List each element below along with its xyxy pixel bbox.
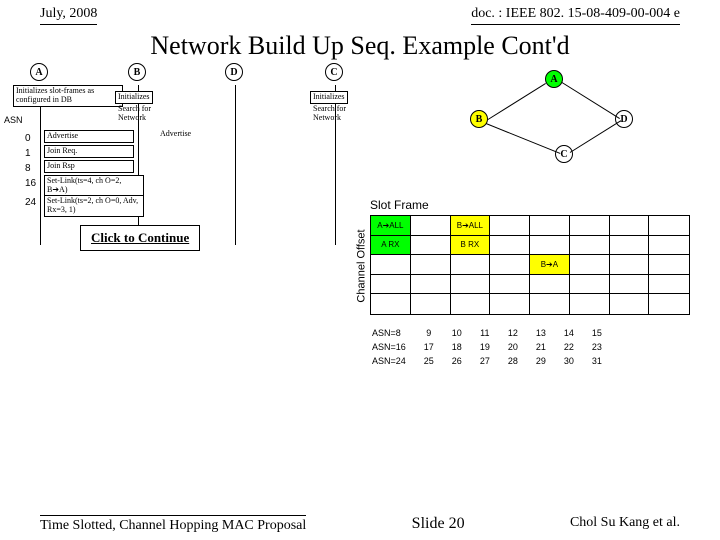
slotframe-title: Slot Frame: [370, 198, 429, 212]
header-doc: doc. : IEEE 802. 15-08-409-00-004 e: [471, 6, 680, 25]
topo-edge-cd: [570, 120, 621, 153]
node-b-icon: B: [128, 63, 146, 81]
topo-edge-ab: [488, 83, 546, 120]
asn-16: 16: [25, 178, 36, 189]
footer-slide: Slide 20: [412, 515, 465, 534]
init-slotframes-box: Initializes slot-frames as configured in…: [13, 85, 123, 107]
channel-offset-label: Channel Offset: [356, 229, 368, 302]
advertise-0b: Advertise: [160, 130, 191, 139]
table-row: ASN=16 17 18 19 20 21 22 23: [372, 341, 610, 353]
topo-node-c: C: [555, 145, 573, 163]
cell-b-rx: B RX: [451, 236, 490, 256]
asn-1: 1: [25, 148, 31, 159]
cell-a-all: A➔ALL: [371, 216, 410, 236]
table-row: ASN=24 25 26 27 28 29 30 31: [372, 355, 610, 367]
node-d-icon: D: [225, 63, 243, 81]
asn-8: 8: [25, 163, 31, 174]
footer-left: Time Slotted, Channel Hopping MAC Propos…: [40, 515, 306, 534]
node-c-icon: C: [325, 63, 343, 81]
click-to-continue-button[interactable]: Click to Continue: [80, 225, 200, 251]
topo-node-b: B: [470, 110, 488, 128]
cell-empty: [371, 275, 410, 295]
asn-label: ASN: [4, 115, 23, 125]
init-b-box: Initializes: [115, 91, 153, 104]
footer-author: Chol Su Kang et al.: [570, 515, 680, 534]
asn-0: 0: [25, 133, 31, 144]
cell-empty: [371, 294, 410, 314]
set-link-1: Set-Link(ts=4, ch O=2, B➔A): [44, 175, 144, 197]
topology-diagram: A B D C: [470, 70, 640, 160]
header-date: July, 2008: [40, 6, 97, 25]
node-a-icon: A: [30, 63, 48, 81]
cell-b-a: B➔A: [530, 255, 569, 275]
lifeline-a: [40, 85, 41, 245]
search-c: Search for Network: [313, 105, 363, 123]
topo-edge-bc: [486, 123, 561, 154]
table-row: ASN=8 9 10 11 12 13 14 15: [372, 327, 610, 339]
asn-table: ASN=8 9 10 11 12 13 14 15 ASN=16 17 18 1…: [370, 325, 612, 369]
cell-empty: [371, 255, 410, 275]
lifeline-d: [235, 85, 236, 245]
page-title: Network Build Up Seq. Example Cont'd: [0, 31, 720, 61]
init-c-box: Initializes: [310, 91, 348, 104]
set-link-2: Set-Link(ts=2, ch O=0, Adv, Rx=3, 1): [44, 195, 144, 217]
header: July, 2008 doc. : IEEE 802. 15-08-409-00…: [0, 0, 720, 25]
content: Initializes slot-frames as configured in…: [0, 85, 720, 245]
topo-node-a: A: [545, 70, 563, 88]
cell-b-all: B➔ALL: [451, 216, 490, 236]
advertise-0: Advertise: [44, 130, 134, 143]
topo-edge-ad: [562, 82, 620, 119]
slotframe-grid: A➔ALL A RX B➔ALL B RX B➔A: [370, 215, 690, 315]
footer: Time Slotted, Channel Hopping MAC Propos…: [0, 515, 720, 534]
asn-24: 24: [25, 197, 36, 208]
join-rsp: Join Rsp: [44, 160, 134, 173]
topo-node-d: D: [615, 110, 633, 128]
cell-a-rx: A RX: [371, 236, 410, 256]
join-req: Join Req.: [44, 145, 134, 158]
search-b: Search for Network: [118, 105, 168, 123]
